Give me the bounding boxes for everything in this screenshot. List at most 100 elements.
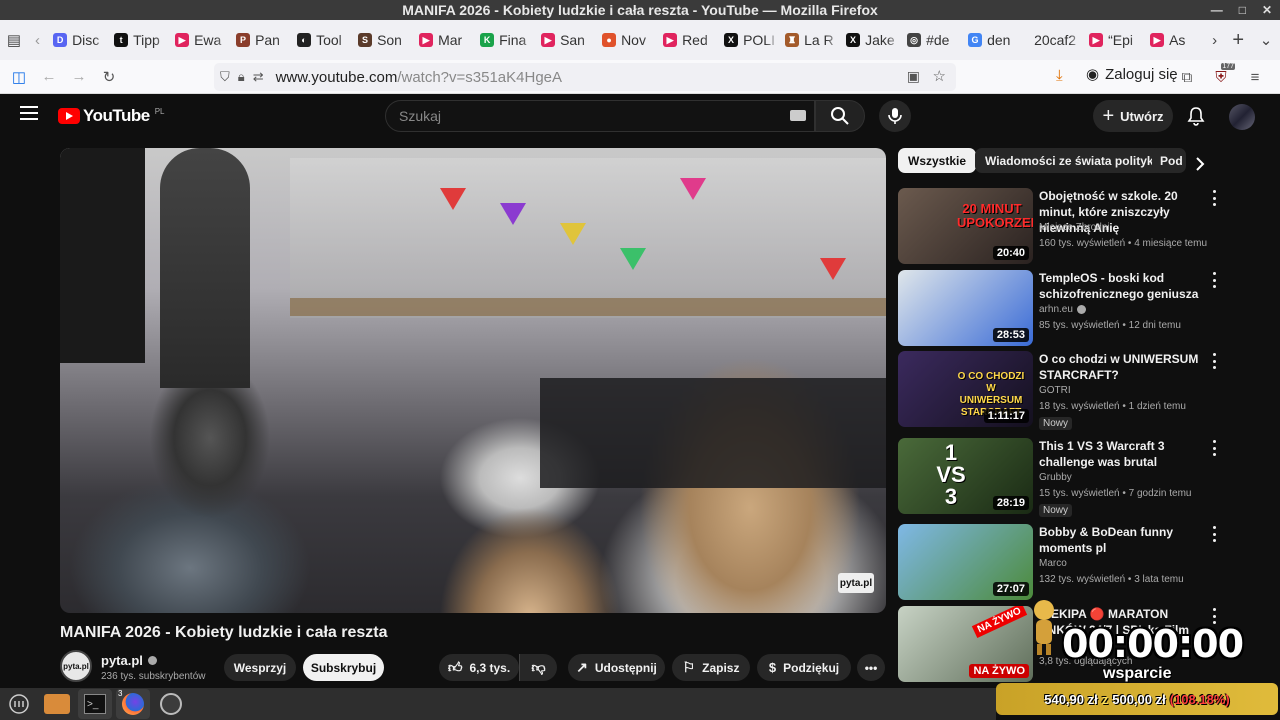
chip-all[interactable]: Wszystkie — [898, 148, 977, 173]
recommended-title[interactable]: Bobby & BoDean funny moments pl — [1039, 524, 1211, 556]
permissions-icon[interactable]: ⇄ — [253, 69, 264, 85]
browser-tab[interactable]: S Son — [352, 23, 414, 57]
recommended-video[interactable]: 1 VS 3 28:19 This 1 VS 3 Warcraft 3 challe… — [898, 438, 1233, 518]
browser-tab[interactable]: ▶ Mar — [413, 23, 475, 57]
browser-tab[interactable]: ▶ San — [535, 23, 597, 57]
recommended-channel[interactable]: Miejsce Zbrodni — [1039, 222, 1110, 233]
browser-tab[interactable]: X POLI — [718, 23, 780, 57]
browser-tab[interactable]: ▶ Ewa — [169, 23, 231, 57]
support-button[interactable]: Wesprzyj — [224, 654, 296, 681]
dislike-button[interactable]: 👎︎ — [519, 654, 557, 681]
chevron-right-icon[interactable] — [1188, 152, 1212, 176]
recommended-video[interactable]: 27:07 Bobby & BoDean funny moments pl Marc… — [898, 524, 1233, 604]
account-avatar[interactable] — [1229, 104, 1255, 130]
more-vertical-icon[interactable] — [1210, 440, 1218, 456]
chip-partial[interactable]: Pod — [1152, 148, 1186, 173]
browser-tab[interactable]: ▶ “Epi — [1083, 23, 1145, 57]
recommended-title[interactable]: This 1 VS 3 Warcraft 3 challenge was bru… — [1039, 438, 1211, 470]
app-menu-icon[interactable]: ≡ — [1240, 62, 1270, 92]
recommended-channel[interactable]: Marco — [1039, 558, 1067, 569]
tab-scroll-right-icon[interactable]: › — [1205, 24, 1224, 56]
thanks-button[interactable]: $ Podziękuj — [757, 654, 851, 681]
sidebar-toggle-icon[interactable]: ◫ — [4, 62, 34, 92]
browser-tab[interactable]: ▶ Red — [657, 23, 719, 57]
tab-overview-icon[interactable]: ▤ — [0, 24, 28, 56]
browser-tab[interactable]: ◎ #de — [901, 23, 963, 57]
more-actions-button[interactable]: ••• — [857, 654, 885, 681]
video-thumbnail[interactable]: O CO CHODZI W UNIWERSUM STARCRAFT1:11:17 — [898, 351, 1033, 427]
video-thumbnail[interactable]: 1 VS 3 28:19 — [898, 438, 1033, 514]
back-button[interactable]: ← — [34, 62, 64, 92]
recommended-channel[interactable]: GOTRI — [1039, 385, 1071, 396]
obs-icon[interactable] — [154, 689, 188, 719]
file-manager-icon[interactable] — [40, 689, 74, 719]
voice-search-button[interactable] — [879, 100, 911, 132]
subscribe-button[interactable]: Subskrybuj — [303, 654, 384, 681]
guide-menu-icon[interactable] — [20, 106, 38, 120]
search-button[interactable] — [815, 100, 865, 132]
video-thumbnail[interactable]: 20 MINUT UPOKORZENIA 20:40 — [898, 188, 1033, 264]
more-vertical-icon[interactable] — [1210, 353, 1218, 369]
browser-tab[interactable]: 20caf2 — [1023, 23, 1084, 57]
reader-mode-icon[interactable]: ▣ — [907, 68, 920, 85]
support-label: Wesprzyj — [233, 660, 287, 675]
video-thumbnail[interactable]: 27:07 — [898, 524, 1033, 600]
video-thumbnail[interactable]: NA ŻYWO NA ŻYWO — [898, 606, 1033, 682]
recommended-video[interactable]: 28:53 TempleOS - boski kod schizofreniczn… — [898, 270, 1233, 350]
extensions-icon[interactable]: ⧉ — [1172, 62, 1202, 92]
forward-button[interactable]: → — [64, 62, 94, 92]
address-bar[interactable]: ⛉ 🔒︎ ⇄ www.youtube.com/watch?v=s351aK4Hg… — [214, 63, 956, 91]
ublock-icon[interactable]: ⛨ 177 — [1206, 62, 1236, 92]
create-button[interactable]: + Utwórz — [1093, 100, 1173, 132]
chip-politics[interactable]: Wiadomości ze świata polityki — [975, 148, 1167, 173]
downloads-icon[interactable]: ⤓ — [1056, 67, 1063, 84]
close-window-button[interactable]: ✕ — [1262, 3, 1272, 17]
lock-icon[interactable]: 🔒︎ — [238, 69, 245, 85]
more-vertical-icon[interactable] — [1210, 190, 1218, 206]
new-tab-button[interactable]: + — [1224, 24, 1252, 56]
browser-tab[interactable]: K Fina — [474, 23, 536, 57]
share-button[interactable]: ↗ Udostępnij — [568, 654, 665, 681]
tracking-shield-icon[interactable]: ⛉ — [220, 69, 230, 85]
browser-tab[interactable]: ♜ La R — [779, 23, 841, 57]
recommended-channel[interactable]: arhn.eu — [1039, 304, 1086, 315]
browser-tab[interactable]: P Pan — [230, 23, 292, 57]
browser-tab[interactable]: ▶ As — [1144, 23, 1206, 57]
recommended-video[interactable]: O CO CHODZI W UNIWERSUM STARCRAFT1:11:17… — [898, 351, 1233, 431]
recommended-channel[interactable]: Grubby — [1039, 472, 1072, 483]
channel-avatar[interactable]: pyta.pl — [60, 650, 92, 682]
notifications-bell-icon[interactable] — [1184, 104, 1208, 128]
tab-label: 20caf2 — [1034, 32, 1077, 48]
recommended-title[interactable]: TempleOS - boski kod schizofrenicznego g… — [1039, 270, 1211, 302]
browser-tab[interactable]: ◐ Tool — [291, 23, 353, 57]
terminal-icon[interactable]: >_ — [78, 689, 112, 719]
firefox-icon[interactable]: 3 — [116, 689, 150, 719]
browser-tab[interactable]: t Tipp — [108, 23, 170, 57]
tab-favicon-icon: ▶ — [541, 33, 556, 47]
maximize-button[interactable]: □ — [1239, 3, 1246, 17]
save-button[interactable]: ⚐ Zapisz — [672, 654, 750, 681]
browser-tab[interactable]: D Disc — [47, 23, 109, 57]
start-menu-icon[interactable] — [2, 689, 36, 719]
tab-list-icon[interactable]: ⌄ — [1252, 24, 1280, 56]
more-vertical-icon[interactable] — [1210, 272, 1218, 288]
channel-name[interactable]: pyta.pl — [101, 653, 157, 668]
browser-tab[interactable]: ● Nov — [596, 23, 658, 57]
more-vertical-icon[interactable] — [1210, 526, 1218, 542]
video-player[interactable]: pyta.pl — [60, 148, 886, 613]
youtube-logo[interactable]: YouTube PL — [58, 106, 165, 126]
browser-tab[interactable]: X Jake — [840, 23, 902, 57]
video-thumbnail[interactable]: 28:53 — [898, 270, 1033, 346]
recommended-title[interactable]: O co chodzi w UNIWERSUM STARCRAFT? — [1039, 351, 1211, 383]
like-button[interactable]: 👍︎ 6,3 tys. — [439, 654, 519, 681]
minimize-button[interactable]: — — [1211, 3, 1223, 17]
reload-button[interactable]: ↻ — [94, 62, 124, 92]
recommended-video[interactable]: 20 MINUT UPOKORZENIA20:40Obojętność w sz… — [898, 188, 1233, 268]
browser-tab[interactable]: Gden — [962, 23, 1024, 57]
tab-favicon-icon: t — [114, 33, 129, 47]
bookmark-star-icon[interactable]: ☆ — [933, 67, 946, 85]
tab-scroll-left-icon[interactable]: ‹ — [28, 24, 47, 56]
keyboard-icon[interactable] — [790, 110, 806, 121]
search-input[interactable]: Szukaj — [385, 100, 815, 132]
login-button[interactable]: ◉ Zaloguj się — [1086, 65, 1178, 84]
